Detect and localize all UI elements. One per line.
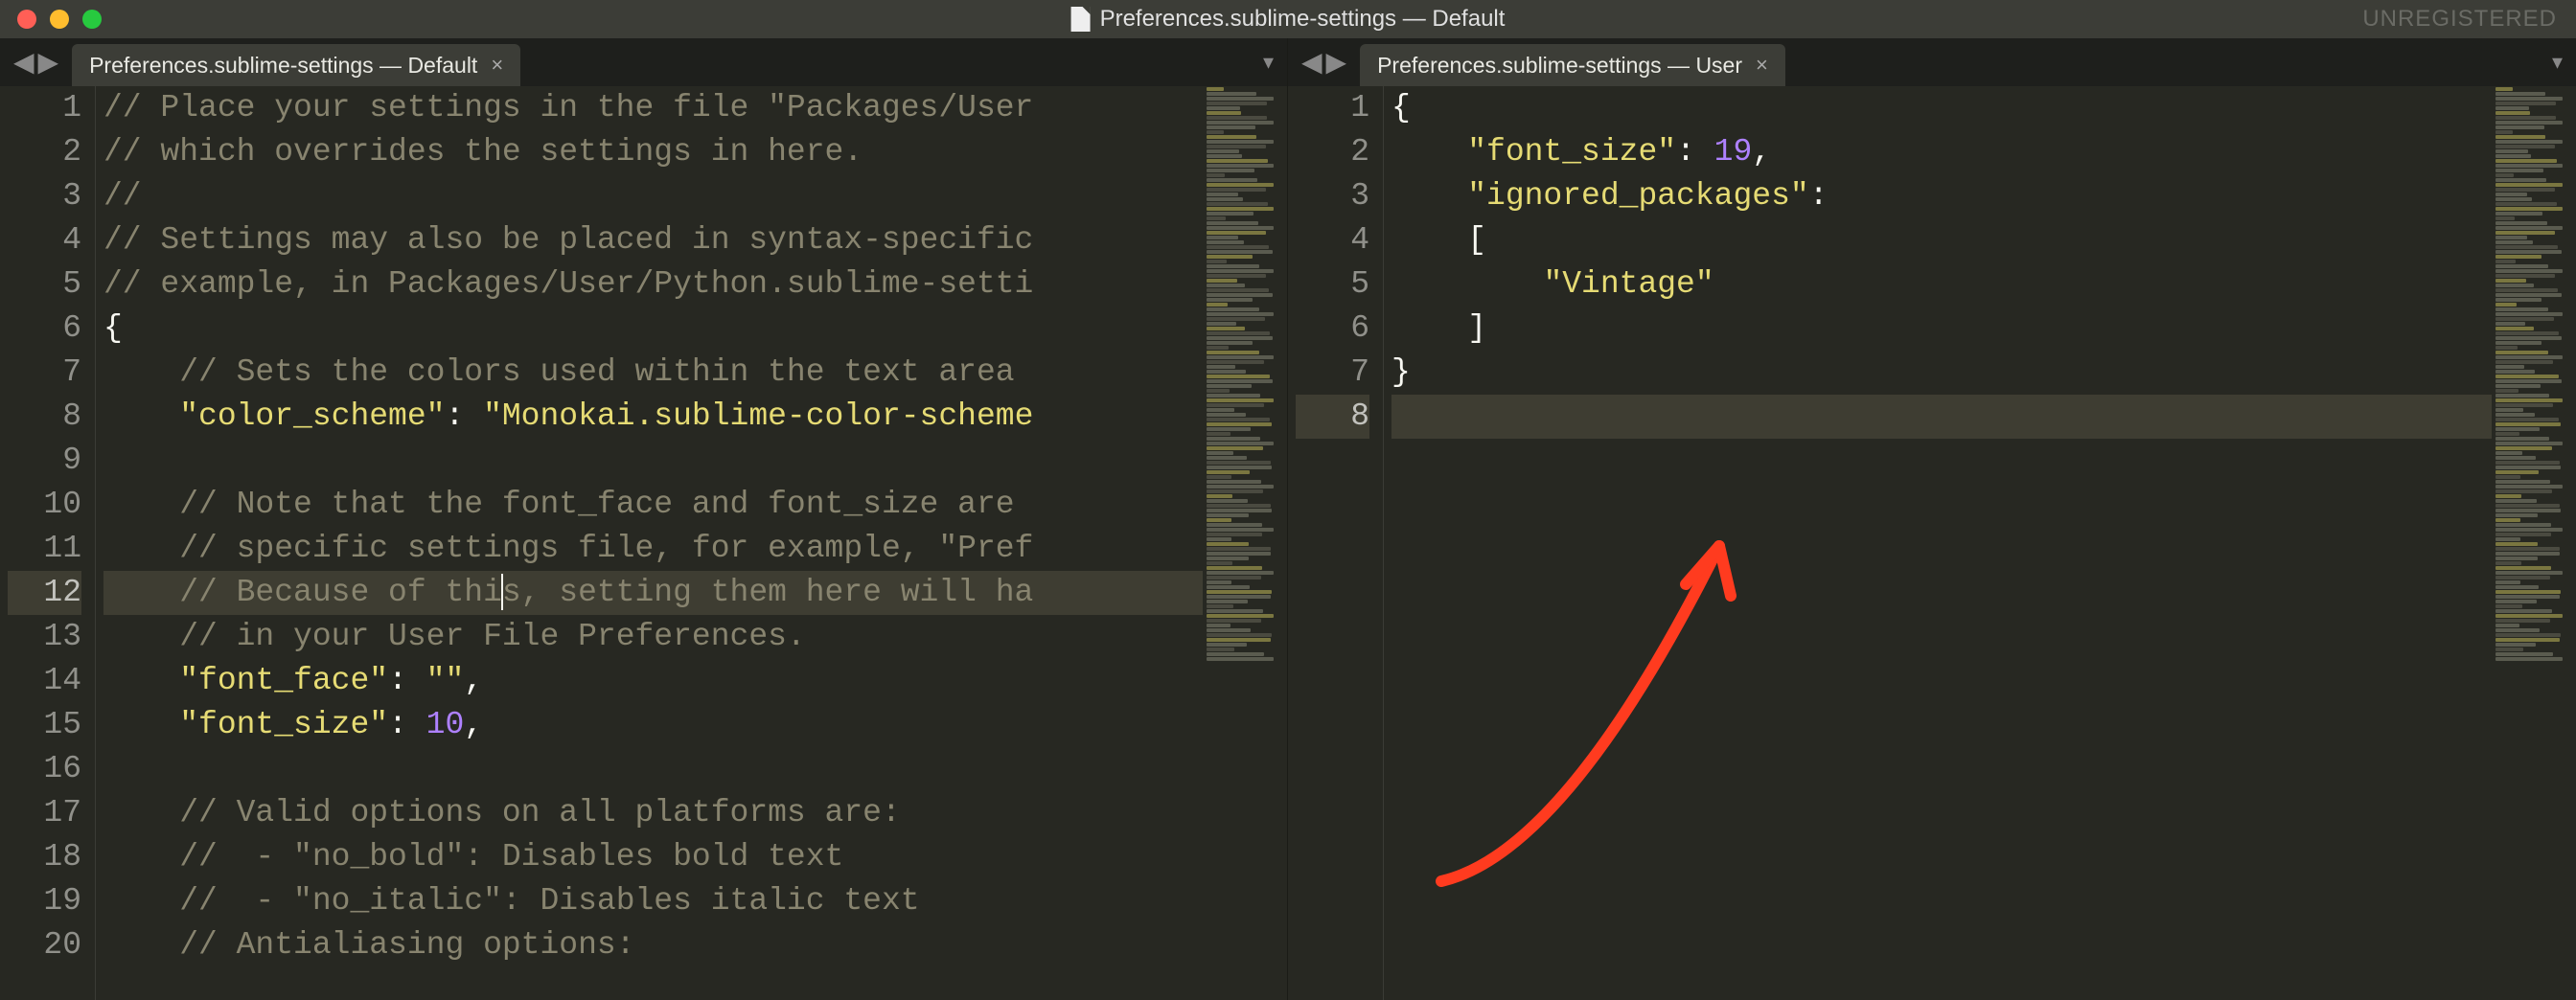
line-number: 5 xyxy=(8,262,81,307)
code-line[interactable]: // Antialiasing options: xyxy=(104,923,1203,967)
nav-forward-icon[interactable]: ▶ xyxy=(1324,49,1349,76)
line-number: 11 xyxy=(8,527,81,571)
code-line[interactable]: // Place your settings in the file "Pack… xyxy=(104,86,1203,130)
window-titlebar: Preferences.sublime-settings — Default U… xyxy=(0,0,2576,38)
line-number: 19 xyxy=(8,879,81,923)
right-tab-title: Preferences.sublime-settings — User xyxy=(1377,53,1742,79)
chevron-down-icon[interactable]: ▾ xyxy=(2552,50,2563,75)
code-line[interactable]: "ignored_packages": xyxy=(1392,174,2492,218)
line-number: 20 xyxy=(8,923,81,967)
code-line[interactable]: // Valid options on all platforms are: xyxy=(104,791,1203,835)
line-number: 9 xyxy=(8,439,81,483)
close-icon[interactable]: × xyxy=(1756,55,1768,76)
right-tab[interactable]: Preferences.sublime-settings — User × xyxy=(1360,44,1785,86)
zoom-window-button[interactable] xyxy=(82,10,102,29)
left-code[interactable]: // Place your settings in the file "Pack… xyxy=(96,86,1203,1000)
code-line[interactable]: } xyxy=(1392,351,2492,395)
line-number: 16 xyxy=(8,747,81,791)
right-nav-arrows: ◀ ▶ xyxy=(1288,38,1360,86)
line-number: 4 xyxy=(8,218,81,262)
left-editor[interactable]: 1234567891011121314151617181920 // Place… xyxy=(0,86,1287,1000)
line-number: 1 xyxy=(1296,86,1369,130)
left-nav-arrows: ◀ ▶ xyxy=(0,38,72,86)
line-number: 2 xyxy=(1296,130,1369,174)
code-line[interactable]: // which overrides the settings in here. xyxy=(104,130,1203,174)
line-number: 7 xyxy=(1296,351,1369,395)
code-line[interactable]: // Sets the colors used within the text … xyxy=(104,351,1203,395)
unregistered-label: UNREGISTERED xyxy=(2362,6,2576,33)
line-number: 13 xyxy=(8,615,81,659)
line-number: 3 xyxy=(1296,174,1369,218)
line-number: 15 xyxy=(8,703,81,747)
code-line[interactable] xyxy=(104,439,1203,483)
code-line[interactable]: { xyxy=(1392,86,2492,130)
code-line[interactable]: "font_face": "", xyxy=(104,659,1203,703)
file-icon xyxy=(1071,7,1091,32)
close-icon[interactable]: × xyxy=(491,55,503,76)
line-number: 3 xyxy=(8,174,81,218)
chevron-down-icon[interactable]: ▾ xyxy=(1263,50,1274,75)
line-number: 6 xyxy=(1296,307,1369,351)
code-line[interactable]: // Because of this, setting them here wi… xyxy=(104,571,1203,615)
line-number: 17 xyxy=(8,791,81,835)
nav-back-icon[interactable]: ◀ xyxy=(12,49,36,76)
left-tabbar: ◀ ▶ Preferences.sublime-settings — Defau… xyxy=(0,38,1287,86)
right-code[interactable]: { "font_size": 19, "ignored_packages": [… xyxy=(1384,86,2492,1000)
split-panes: ◀ ▶ Preferences.sublime-settings — Defau… xyxy=(0,38,2576,1000)
code-line[interactable]: // - "no_bold": Disables bold text xyxy=(104,835,1203,879)
line-number: 6 xyxy=(8,307,81,351)
nav-back-icon[interactable]: ◀ xyxy=(1300,49,1324,76)
window-title-text: Preferences.sublime-settings — Default xyxy=(1100,6,1506,33)
line-number: 14 xyxy=(8,659,81,703)
line-number: 8 xyxy=(8,395,81,439)
code-line[interactable]: // - "no_italic": Disables italic text xyxy=(104,879,1203,923)
line-number: 1 xyxy=(8,86,81,130)
code-line[interactable]: "font_size": 19, xyxy=(1392,130,2492,174)
traffic-lights xyxy=(0,10,102,29)
close-window-button[interactable] xyxy=(17,10,36,29)
code-line[interactable] xyxy=(104,747,1203,791)
line-number: 2 xyxy=(8,130,81,174)
code-line[interactable]: "color_scheme": "Monokai.sublime-color-s… xyxy=(104,395,1203,439)
code-line[interactable]: ] xyxy=(1392,307,2492,351)
code-line[interactable]: // xyxy=(104,174,1203,218)
line-number: 5 xyxy=(1296,262,1369,307)
right-minimap[interactable] xyxy=(2492,86,2576,1000)
code-line[interactable]: "font_size": 10, xyxy=(104,703,1203,747)
code-line[interactable] xyxy=(1392,395,2492,439)
left-tab-title: Preferences.sublime-settings — Default xyxy=(89,53,477,79)
code-line[interactable]: // Note that the font_face and font_size… xyxy=(104,483,1203,527)
code-line[interactable]: // specific settings file, for example, … xyxy=(104,527,1203,571)
line-number: 4 xyxy=(1296,218,1369,262)
left-gutter: 1234567891011121314151617181920 xyxy=(0,86,96,1000)
code-line[interactable]: "Vintage" xyxy=(1392,262,2492,307)
right-tabbar: ◀ ▶ Preferences.sublime-settings — User … xyxy=(1288,38,2576,86)
window-title: Preferences.sublime-settings — Default xyxy=(1071,6,1506,33)
right-pane: ◀ ▶ Preferences.sublime-settings — User … xyxy=(1288,38,2576,1000)
code-line[interactable]: { xyxy=(104,307,1203,351)
left-pane: ◀ ▶ Preferences.sublime-settings — Defau… xyxy=(0,38,1288,1000)
line-number: 7 xyxy=(8,351,81,395)
nav-forward-icon[interactable]: ▶ xyxy=(36,49,61,76)
code-line[interactable]: [ xyxy=(1392,218,2492,262)
left-minimap[interactable] xyxy=(1203,86,1287,1000)
line-number: 12 xyxy=(8,571,81,615)
right-editor[interactable]: 12345678 { "font_size": 19, "ignored_pac… xyxy=(1288,86,2576,1000)
code-line[interactable]: // in your User File Preferences. xyxy=(104,615,1203,659)
left-tab[interactable]: Preferences.sublime-settings — Default × xyxy=(72,44,520,86)
line-number: 10 xyxy=(8,483,81,527)
line-number: 18 xyxy=(8,835,81,879)
line-number: 8 xyxy=(1296,395,1369,439)
code-line[interactable]: // Settings may also be placed in syntax… xyxy=(104,218,1203,262)
right-gutter: 12345678 xyxy=(1288,86,1384,1000)
minimize-window-button[interactable] xyxy=(50,10,69,29)
code-line[interactable]: // example, in Packages/User/Python.subl… xyxy=(104,262,1203,307)
